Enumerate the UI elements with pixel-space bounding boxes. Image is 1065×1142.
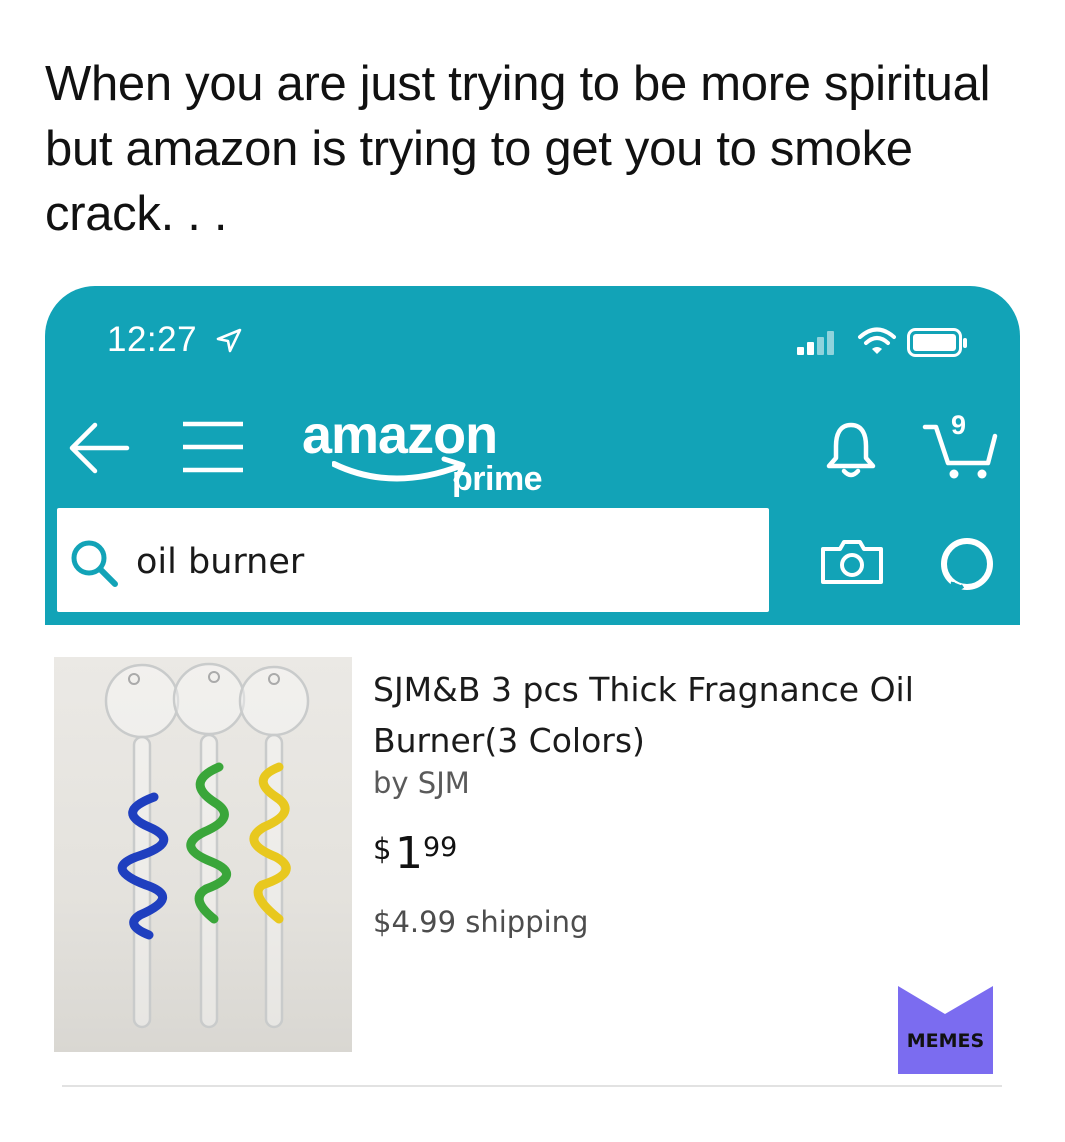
- alexa-icon[interactable]: [935, 534, 999, 598]
- price-whole: 1: [395, 828, 423, 879]
- memes-watermark-text: MEMES: [906, 1030, 985, 1052]
- amazon-prime-logo[interactable]: amazon prime: [302, 404, 572, 504]
- bell-icon[interactable]: [825, 420, 877, 480]
- amazon-app-screen: 12:27 amazon prime 9 oil burner: [45, 286, 1020, 625]
- meme-caption: When you are just trying to be more spir…: [45, 57, 991, 241]
- glass-pipes-image: [104, 662, 310, 1029]
- price-fraction: 99: [423, 832, 458, 863]
- wifi-icon: [858, 327, 896, 354]
- location-arrow-icon: [216, 328, 242, 353]
- search-icon[interactable]: [69, 538, 119, 588]
- product-title[interactable]: SJM&B 3 pcs Thick Fragnance Oil Burner(3…: [373, 664, 1013, 766]
- shipping-cost: $4.99 shipping: [373, 905, 589, 939]
- search-query[interactable]: oil burner: [136, 542, 304, 582]
- battery-icon: [907, 328, 967, 357]
- smile-arrow-icon: [332, 456, 466, 483]
- camera-icon[interactable]: [820, 539, 884, 585]
- search-input[interactable]: oil burner: [57, 508, 769, 612]
- logo-prime: prime: [452, 460, 543, 498]
- product-brand[interactable]: by SJM: [373, 766, 470, 800]
- hamburger-menu-icon[interactable]: [180, 419, 246, 475]
- price-currency: $: [373, 832, 392, 866]
- product-image[interactable]: [54, 657, 352, 1052]
- cart-count: 9: [951, 410, 967, 440]
- signal-icon: [797, 331, 834, 355]
- status-time: 12:27: [107, 320, 198, 359]
- memes-watermark-logo: MEMES: [898, 986, 993, 1074]
- list-divider: [62, 1085, 1002, 1087]
- back-arrow-icon[interactable]: [67, 421, 131, 475]
